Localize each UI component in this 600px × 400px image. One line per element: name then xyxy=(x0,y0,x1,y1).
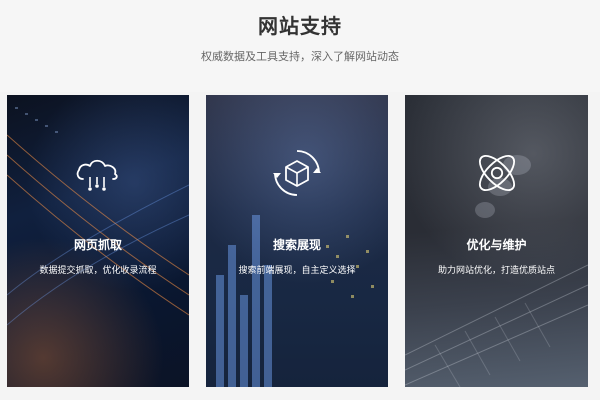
atom-icon xyxy=(467,143,527,203)
card-description: 搜索前端展现，自主定义选择 xyxy=(238,266,356,276)
card-description: 助力网站优化，打造优质站点 xyxy=(437,266,555,276)
cube-icon xyxy=(267,143,327,203)
page-subtitle: 权威数据及工具支持，深入了解网站动态 xyxy=(201,50,399,63)
card-title: 网页抓取 xyxy=(73,238,122,252)
page-title: 网站支持 xyxy=(258,14,342,38)
card-title: 搜索展现 xyxy=(272,238,321,252)
cloud-icon xyxy=(68,143,128,203)
card-web-crawling[interactable]: 网页抓取 数据提交抓取，优化收录流程 xyxy=(7,95,189,387)
card-description: 数据提交抓取，优化收录流程 xyxy=(39,266,157,276)
card-optimization-maintenance[interactable]: 优化与维护 助力网站优化，打造优质站点 xyxy=(405,95,588,387)
card-title: 优化与维护 xyxy=(466,238,527,252)
page-header: 网站支持 权威数据及工具支持，深入了解网站动态 xyxy=(0,0,600,92)
card-search-display[interactable]: 搜索展现 搜索前端展现，自主定义选择 xyxy=(206,95,388,387)
feature-cards: 网页抓取 数据提交抓取，优化收录流程 搜索展现 搜索前端展现，自主定义选择 优化… xyxy=(0,95,600,400)
